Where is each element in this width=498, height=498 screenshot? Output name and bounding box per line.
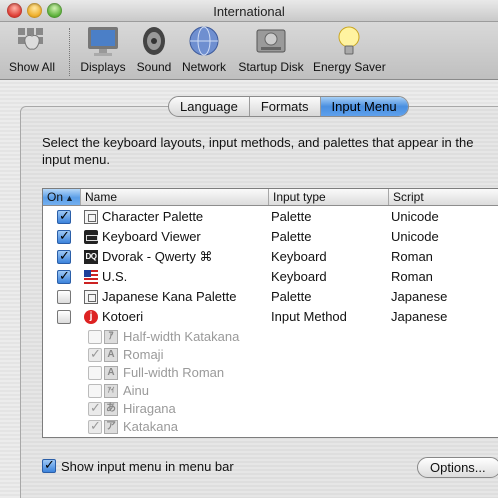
tab-language[interactable]: Language [169, 97, 250, 116]
toolbar-label: Show All [8, 60, 56, 74]
row-script: Japanese [391, 309, 448, 324]
sub-row[interactable]: ア Katakana [43, 417, 498, 437]
us-flag-icon [84, 270, 98, 284]
table-row[interactable]: j Kotoeri Input Method Japanese [43, 307, 498, 327]
row-input-type: Palette [271, 209, 312, 224]
show-all-button[interactable]: Show All [5, 24, 59, 74]
column-header-input-type[interactable]: Input type [269, 189, 389, 205]
sub-row[interactable]: A Full-width Roman [43, 363, 498, 383]
enable-checkbox[interactable] [88, 418, 102, 434]
toolbar-label: Displays [80, 60, 126, 74]
speaker-icon [143, 27, 165, 55]
show-input-menu-label: Show input menu in menu bar [61, 459, 234, 474]
row-name: Hiragana [123, 401, 176, 416]
row-input-type: Keyboard [271, 269, 327, 284]
column-header-name[interactable]: Name [81, 189, 269, 205]
energy-saver-button[interactable]: Energy Saver [313, 24, 386, 74]
window-title: International [213, 4, 285, 19]
full-width-roman-icon: A [104, 366, 118, 380]
hard-disk-icon [256, 29, 286, 53]
enable-checkbox[interactable] [57, 268, 71, 284]
row-input-type: Input Method [271, 309, 347, 324]
column-header-on[interactable]: On ▲ [43, 189, 81, 205]
table-row[interactable]: Japanese Kana Palette Palette Japanese [43, 287, 498, 307]
palette-icon [84, 210, 98, 224]
sub-row[interactable]: あ Hiragana [43, 399, 498, 419]
enable-checkbox[interactable] [88, 330, 102, 344]
table-row[interactable]: Keyboard Viewer Palette Unicode [43, 227, 498, 247]
row-name: Character Palette [102, 209, 204, 224]
enable-checkbox[interactable] [88, 400, 102, 416]
ainu-icon: ｱｲ [104, 384, 118, 398]
tab-bar: Language Formats Input Menu [168, 96, 409, 117]
row-script: Roman [391, 249, 433, 264]
row-script: Roman [391, 269, 433, 284]
globe-icon [189, 26, 219, 56]
sort-ascending-icon: ▲ [65, 193, 74, 203]
row-name: Keyboard Viewer [102, 229, 201, 244]
show-input-menu-checkbox[interactable] [42, 457, 56, 473]
network-button[interactable]: Network [180, 24, 228, 74]
row-input-type: Palette [271, 229, 312, 244]
enable-checkbox[interactable] [88, 366, 102, 380]
kotoeri-icon: j [84, 310, 98, 324]
display-icon [88, 27, 118, 56]
column-header-label: On [47, 190, 64, 204]
sub-row[interactable]: ｱ Half-width Katakana [43, 327, 498, 347]
dvorak-icon: DQ [84, 250, 98, 264]
toolbar-label: Sound [136, 60, 172, 74]
row-name: Romaji [123, 347, 164, 362]
apple-icon [18, 28, 43, 50]
enable-checkbox[interactable] [88, 346, 102, 362]
displays-button[interactable]: Displays [79, 24, 127, 74]
toolbar-label: Startup Disk [238, 60, 304, 74]
enable-checkbox[interactable] [57, 248, 71, 264]
instructions-text: Select the keyboard layouts, input metho… [42, 135, 474, 167]
sound-button[interactable]: Sound [134, 24, 174, 74]
toolbar-label: Energy Saver [313, 60, 386, 74]
enable-checkbox[interactable] [57, 290, 71, 304]
row-script: Japanese [391, 289, 448, 304]
table-row[interactable]: Character Palette Palette Unicode [43, 207, 498, 227]
startup-disk-button[interactable]: Startup Disk [236, 24, 306, 74]
palette-icon [84, 290, 98, 304]
row-script: Unicode [391, 209, 439, 224]
table-header: On ▲ Name Input type Script [43, 189, 498, 206]
enable-checkbox[interactable] [57, 228, 71, 244]
hiragana-icon: あ [104, 402, 118, 416]
row-name: Half-width Katakana [123, 329, 240, 344]
row-name: Full-width Roman [123, 365, 225, 380]
row-name: Japanese Kana Palette [102, 289, 237, 304]
table-row[interactable]: DQ Dvorak - Qwerty ⌘ Keyboard Roman [43, 247, 498, 267]
column-header-script[interactable]: Script [389, 189, 498, 205]
options-button[interactable]: Options... [417, 457, 498, 478]
row-name: Kotoeri [102, 309, 144, 324]
half-width-katakana-icon: ｱ [104, 330, 118, 344]
lightbulb-icon [338, 26, 360, 55]
row-input-type: Keyboard [271, 249, 327, 264]
toolbar: Show All Displays Sound Network Startup … [0, 22, 498, 80]
enable-checkbox[interactable] [57, 208, 71, 224]
enable-checkbox[interactable] [88, 384, 102, 398]
toolbar-label: Network [181, 60, 226, 74]
row-name: U.S. [102, 269, 128, 284]
keyboard-viewer-icon [84, 230, 98, 244]
input-menu-table[interactable]: On▲ Name Input type Script Character Pal… [42, 188, 498, 438]
row-script: Unicode [391, 229, 439, 244]
row-name: Dvorak - Qwerty ⌘ [102, 249, 213, 264]
row-name: Katakana [123, 419, 178, 434]
row-name: Ainu [123, 383, 150, 398]
sub-row[interactable]: ｱｲ Ainu [43, 381, 498, 401]
romaji-icon: A [104, 348, 118, 362]
tab-formats[interactable]: Formats [250, 97, 321, 116]
tab-input-menu[interactable]: Input Menu [320, 97, 408, 116]
enable-checkbox[interactable] [57, 310, 71, 324]
row-input-type: Palette [271, 289, 312, 304]
katakana-icon: ア [104, 420, 118, 434]
table-row[interactable]: U.S. Keyboard Roman [43, 267, 498, 287]
sub-row[interactable]: A Romaji [43, 345, 498, 365]
toolbar-separator [69, 28, 70, 76]
title-bar: International [0, 0, 498, 22]
